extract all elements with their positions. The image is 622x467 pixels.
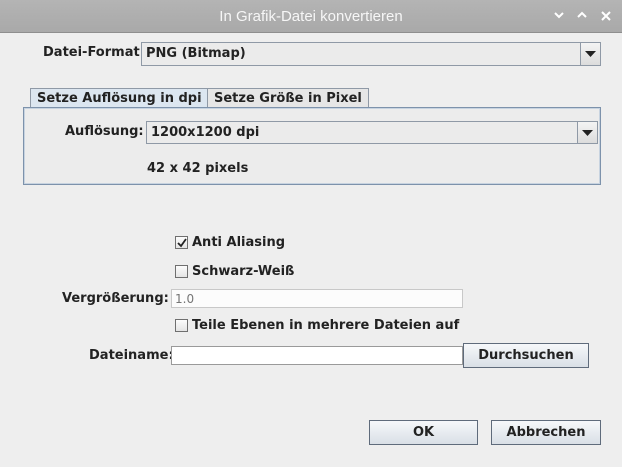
format-select[interactable]: PNG (Bitmap) [141,42,601,66]
resolution-label: Auflösung: [65,124,144,139]
checkmark-icon [177,238,187,248]
cancel-button[interactable]: Abbrechen [491,420,601,445]
minimize-icon[interactable] [550,7,568,25]
split-layers-label: Teile Ebenen in mehrere Dateien auf [192,318,460,333]
resolution-value: 1200x1200 dpi [151,125,260,140]
black-white-checkbox[interactable] [175,265,188,278]
format-label: Datei-Format: [43,45,145,60]
tab-panel [23,107,601,185]
format-dropdown-button[interactable] [580,43,600,65]
window-title: In Grafik-Datei konvertieren [219,8,403,25]
resolution-dropdown-button[interactable] [577,122,597,143]
split-layers-checkbox[interactable] [175,319,188,332]
chevron-down-icon [585,51,596,57]
magnification-label: Vergrößerung: [62,291,169,306]
filename-input[interactable] [171,346,463,365]
magnification-input[interactable] [171,289,463,308]
chevron-down-icon [582,130,593,136]
browse-button[interactable]: Durchsuchen [463,343,589,368]
ok-button[interactable]: OK [369,420,478,445]
resolution-select[interactable]: 1200x1200 dpi [146,121,598,144]
tab-size-pixel[interactable]: Setze Größe in Pixel [207,88,369,109]
pixel-size-text: 42 x 42 pixels [147,161,249,176]
black-white-label: Schwarz-Weiß [192,264,295,279]
maximize-icon[interactable] [573,7,591,25]
tab-resolution-dpi[interactable]: Setze Auflösung in dpi [30,88,209,109]
anti-aliasing-checkbox[interactable] [175,236,188,249]
filename-label: Dateiname: [89,348,174,363]
anti-aliasing-label: Anti Aliasing [192,235,286,250]
format-value: PNG (Bitmap) [146,46,246,61]
close-icon[interactable] [597,7,615,25]
